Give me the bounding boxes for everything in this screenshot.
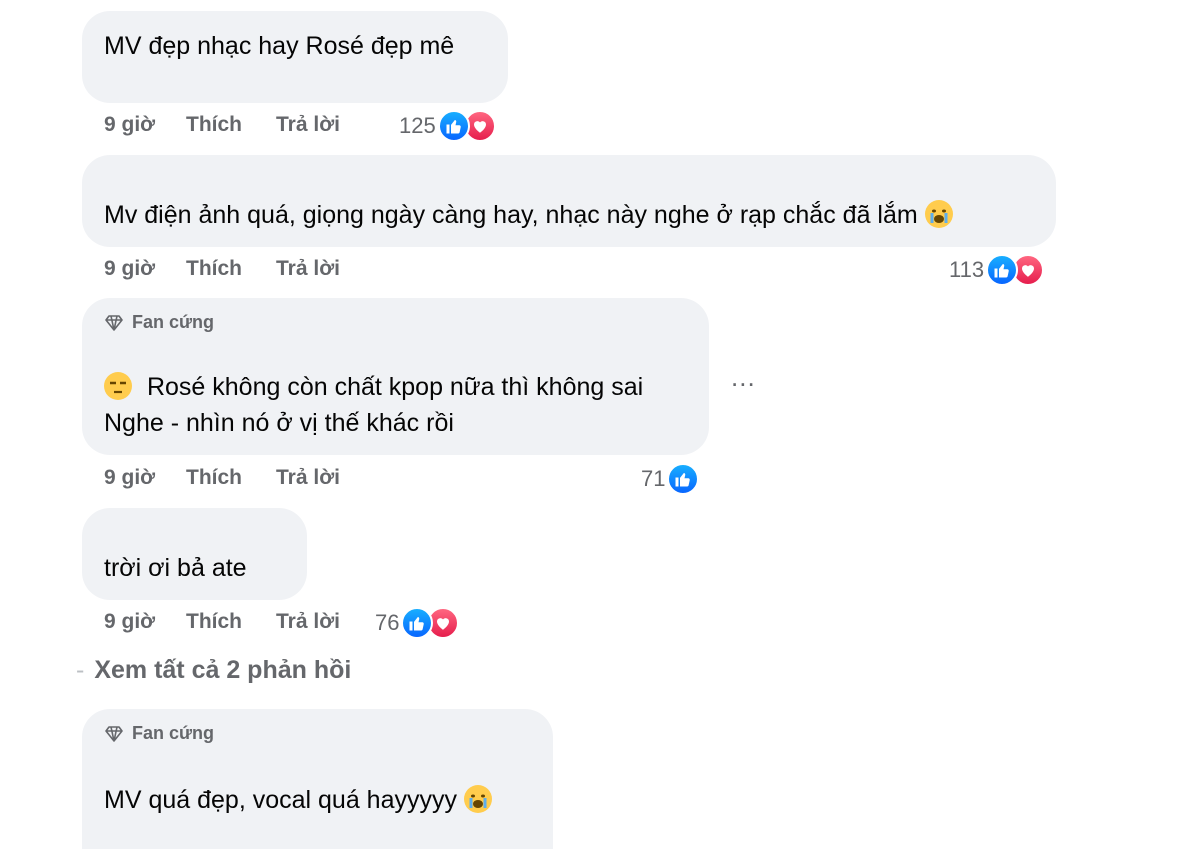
like-icon [667,463,700,495]
crying-face-icon [924,200,953,228]
comment-bubble: Mv điện ảnh quá, giọng ngày càng hay, nh… [82,155,1056,247]
reaction-count: 76 [375,610,400,635]
comment-text: trời ơi bả ate [104,554,247,582]
reaction-count: 113 [949,257,985,282]
like-button[interactable]: Thích [186,113,276,137]
top-fan-badge: Fan cứng [104,723,214,744]
like-button[interactable]: Thích [186,610,276,634]
reply-button[interactable]: Trả lời [276,466,340,490]
badge-label: Fan cứng [132,312,215,332]
like-icon [986,254,1019,286]
comment-text-content: Mv điện ảnh quá, giọng ngày càng hay, nh… [104,201,918,229]
diamond-icon [105,725,123,742]
comment-bubble: trời ơi bả ate [82,508,307,600]
comment-time[interactable]: 9 giờ [104,257,186,281]
comment-bubble: MV đẹp nhạc hay Rosé đẹp mê [82,11,508,103]
reaction-summary[interactable]: 71 [641,463,700,495]
unamused-face-icon [104,372,132,400]
reaction-count: 125 [399,113,436,138]
comment-time[interactable]: 9 giờ [104,610,186,634]
comment-text-line2: Nghe - nhìn nó ở vị thế khác rồi [104,409,454,437]
reaction-summary[interactable]: 76 [375,607,460,639]
comment-text: MV đẹp nhạc hay Rosé đẹp mê [104,32,455,60]
comment-actions: 9 giờ Thích Trả lời [104,257,340,281]
comment-time[interactable]: 9 giờ [104,113,186,137]
reply-button[interactable]: Trả lời [276,113,340,137]
comment-time[interactable]: 9 giờ [104,466,186,490]
reaction-count: 71 [641,466,666,491]
view-all-replies-label: Xem tất cả 2 phản hồi [94,656,352,684]
more-options-icon[interactable]: ... [731,362,756,393]
diamond-icon [105,314,123,331]
comment-bubble: Fan cứng Rosé không còn chất kpop nữa th… [82,298,709,455]
comment-text: Rosé không còn chất kpop nữa thì không s… [104,369,643,405]
crying-face-icon [463,785,492,813]
comment-actions: 9 giờ Thích Trả lời [104,610,340,634]
like-button[interactable]: Thích [186,257,276,281]
like-icon [437,110,470,142]
reply-button[interactable]: Trả lời [276,610,340,634]
reaction-summary[interactable]: 125 [399,110,496,142]
like-button[interactable]: Thích [186,466,276,490]
comment-text: Mv điện ảnh quá, giọng ngày càng hay, nh… [104,197,953,233]
comment-text-content: MV quá đẹp, vocal quá hayyyyy [104,786,457,814]
reaction-summary[interactable]: 113 [949,254,1045,286]
comment-actions: 9 giờ Thích Trả lời [104,466,340,490]
comment-bubble: Fan cứng MV quá đẹp, vocal quá hayyyyy [82,709,553,849]
comment-text-line1: Rosé không còn chất kpop nữa thì không s… [146,373,644,401]
top-fan-badge: Fan cứng [104,312,214,333]
badge-label: Fan cứng [132,723,215,743]
comment-text: MV quá đẹp, vocal quá hayyyyy [104,782,492,818]
view-all-replies-link[interactable]: - Xem tất cả 2 phản hồi [76,656,351,685]
comment-actions: 9 giờ Thích Trả lời [104,113,340,137]
reply-connector: - [76,656,85,684]
reply-button[interactable]: Trả lời [276,257,340,281]
like-icon [401,607,434,639]
